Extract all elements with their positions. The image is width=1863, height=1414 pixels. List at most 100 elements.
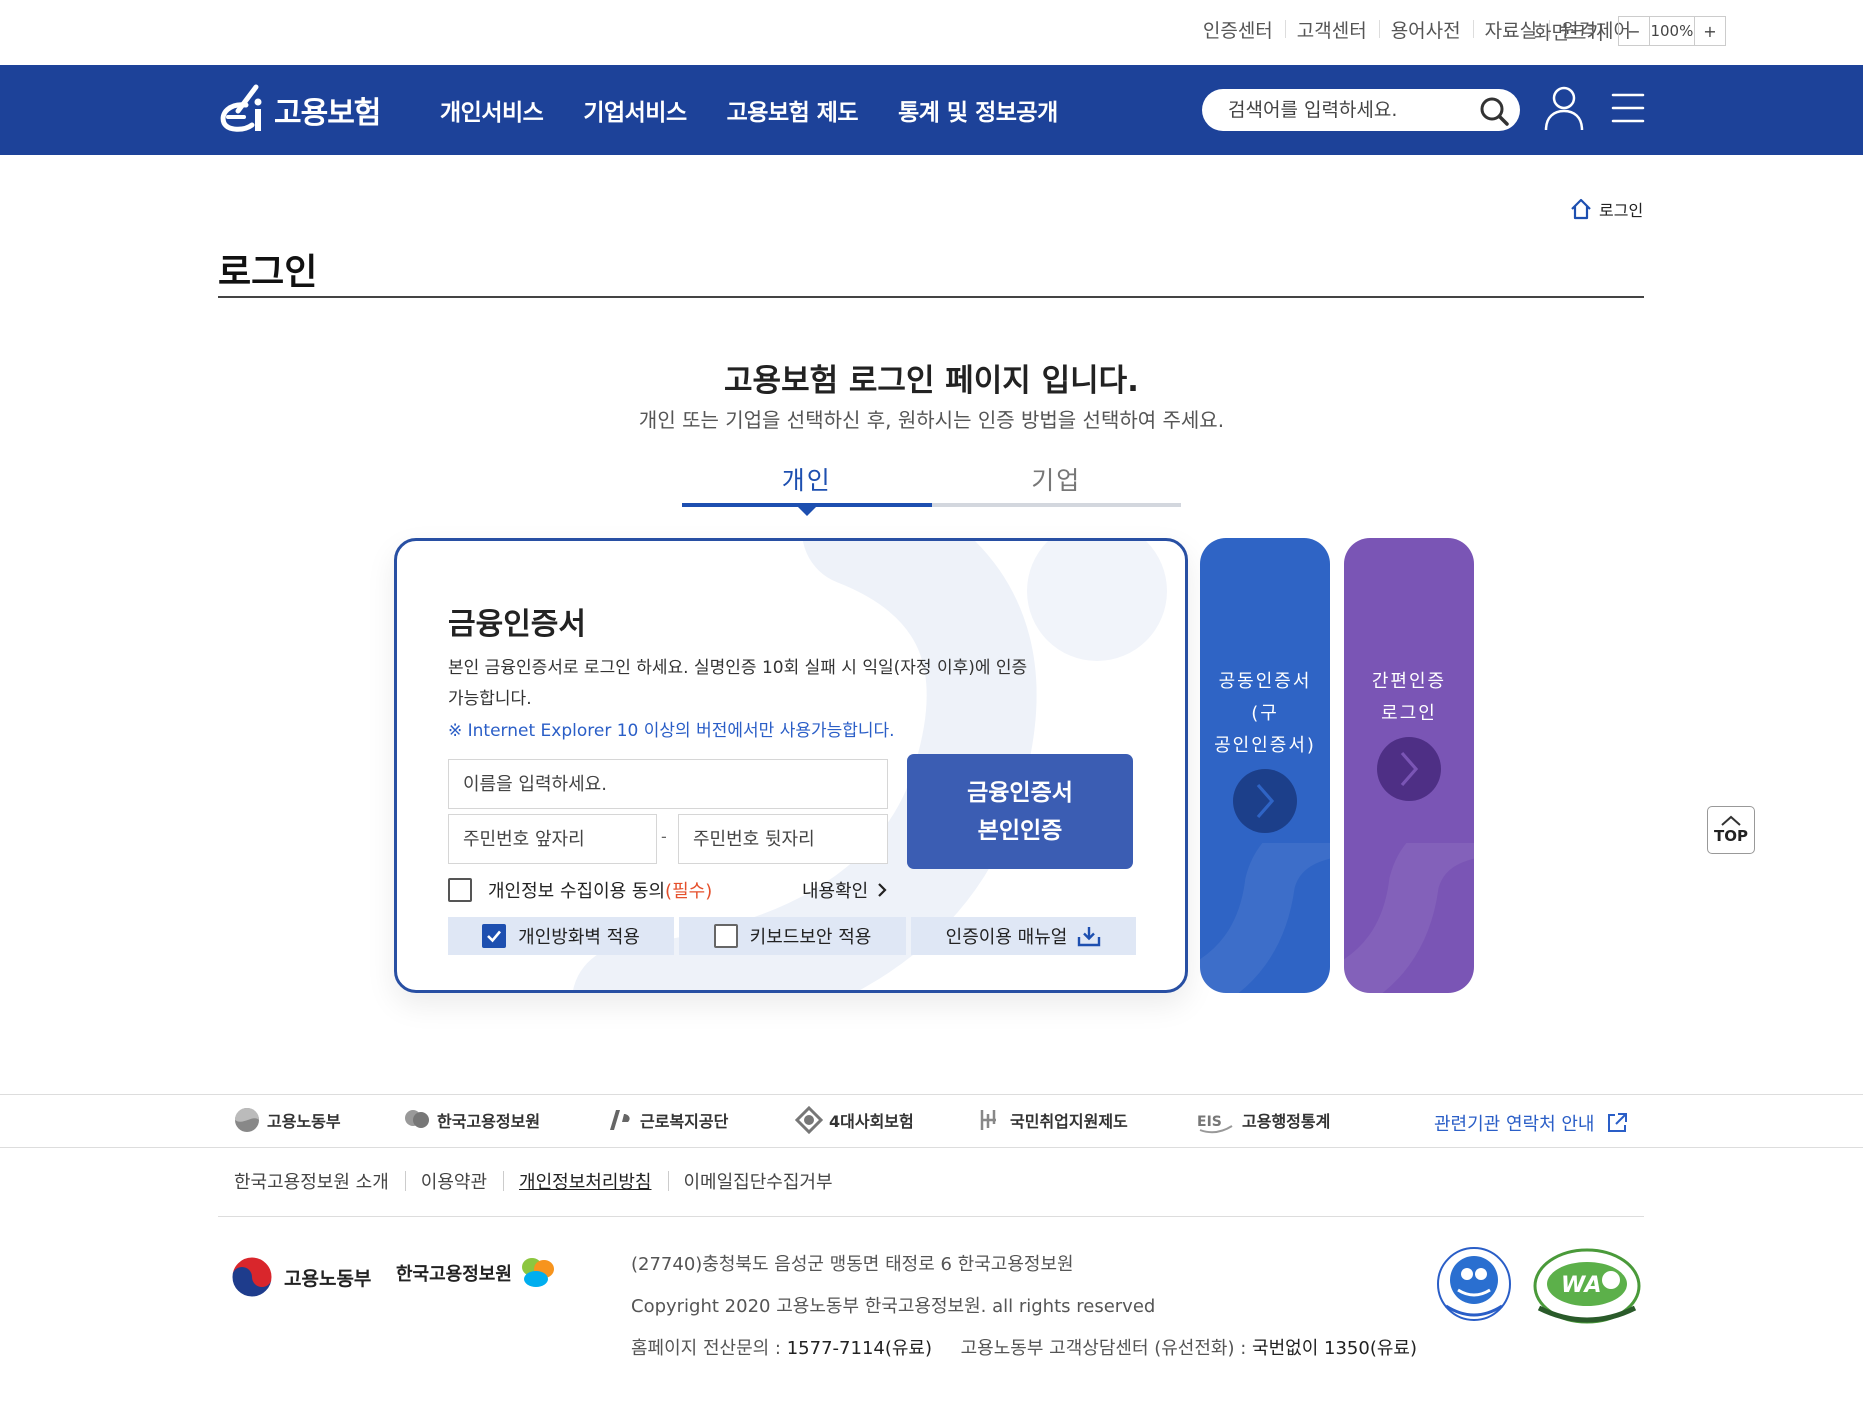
related-agency-contacts-link[interactable]: 관련기관 연락처 안내: [1434, 1110, 1628, 1136]
joint-cert-arrow-button[interactable]: [1233, 769, 1297, 833]
logo-text: 고용보험: [274, 96, 381, 131]
nav-statistics[interactable]: 통계 및 정보공개: [898, 93, 1058, 127]
utility-bar: 인증센터 고객센터 용어사전 자료실 원격제어 화면크기 − 100% +: [0, 0, 1863, 65]
footer-logo-keis: 한국고용정보원: [396, 1255, 558, 1291]
breadcrumb: 로그인: [1569, 197, 1643, 221]
arrow-right-icon: [1400, 751, 1419, 787]
title-divider: [218, 296, 1644, 298]
firewall-label: 개인방화벽 적용: [518, 927, 640, 948]
keyboard-security-option[interactable]: 키보드보안 적용: [679, 917, 906, 955]
four-insurance-logo-icon: [795, 1106, 823, 1134]
nav-company-service[interactable]: 기업서비스: [583, 93, 687, 127]
family-site-4insure[interactable]: 4대사회보험: [795, 1106, 914, 1134]
joint-cert-card[interactable]: 공동인증서 (구 공인인증서): [1200, 538, 1330, 993]
firewall-option[interactable]: 개인방화벽 적용: [448, 917, 674, 955]
firewall-checkbox[interactable]: [482, 924, 507, 948]
zoom-out-button[interactable]: −: [1619, 17, 1649, 45]
family-site-eis[interactable]: EIS 고용행정통계: [1196, 1106, 1330, 1134]
cert-button-line1: 금융인증서: [967, 779, 1073, 806]
simple-auth-label: 간편인증 로그인: [1344, 666, 1474, 730]
family-sites-bar: 고용노동부 한국고용정보원 근로복지공단 4대사회보험 국민취업지원제도 EIS…: [0, 1094, 1863, 1148]
eprivacy-badge: [1437, 1247, 1511, 1321]
joint-cert-label-line3: 공인인증서): [1214, 735, 1316, 756]
simple-auth-arrow-button[interactable]: [1377, 737, 1441, 801]
nav-personal-service[interactable]: 개인서비스: [440, 93, 544, 127]
tab-personal[interactable]: 개인: [682, 457, 932, 516]
intro-title: 고용보험 로그인 페이지 입니다.: [724, 363, 1139, 399]
user-icon[interactable]: [1543, 85, 1585, 131]
comwel-logo-icon: [610, 1110, 630, 1130]
family-site-keis-label: 한국고용정보원: [437, 1112, 541, 1131]
search-input[interactable]: [1228, 89, 1468, 131]
util-link-customer-center[interactable]: 고객센터: [1284, 16, 1379, 43]
family-site-moel[interactable]: 고용노동부: [233, 1106, 341, 1134]
required-mark: (필수): [665, 881, 713, 902]
security-options: 개인방화벽 적용 키보드보안 적용 인증이용 매뉴얼: [448, 917, 1136, 955]
external-link-icon: [1608, 1113, 1628, 1132]
hamburger-menu-icon[interactable]: [1611, 91, 1645, 125]
footer-address: (27740)충청북도 음성군 맹동면 태정로 6 한국고용정보원: [631, 1254, 1074, 1275]
search-box: [1202, 89, 1520, 131]
footer-address-block: (27740)충청북도 음성군 맹동면 태정로 6 한국고용정보원 Copyri…: [631, 1244, 1417, 1370]
keyboard-security-checkbox[interactable]: [713, 924, 738, 948]
web-accessibility-badge: WA: [1533, 1248, 1641, 1324]
util-link-glossary[interactable]: 용어사전: [1378, 16, 1473, 43]
name-field: [448, 759, 888, 809]
contact-prefix: 홈페이지 전산문의 :: [631, 1338, 781, 1359]
view-terms-link[interactable]: 내용확인: [802, 877, 888, 903]
family-site-keis[interactable]: 한국고용정보원: [403, 1106, 540, 1134]
family-site-kua[interactable]: 국민취업지원제도: [976, 1106, 1128, 1134]
center-prefix: 고용노동부 고객상담센터 (유선전화) :: [960, 1338, 1247, 1359]
tab-company-label: 기업: [1031, 466, 1082, 495]
auth-manual-button[interactable]: 인증이용 매뉴얼: [911, 917, 1136, 955]
footer-copyright: Copyright 2020 고용노동부 한국고용정보원. all rights…: [631, 1296, 1156, 1317]
footer-link-privacy[interactable]: 개인정보처리방침: [503, 1168, 667, 1194]
footer-contact: 홈페이지 전산문의 : 1577-7114(유료) 고용노동부 고객상담센터 (…: [631, 1328, 1417, 1370]
simple-card-decoration: [1344, 843, 1474, 993]
zoom-in-button[interactable]: +: [1695, 17, 1725, 45]
family-site-comwel[interactable]: 근로복지공단: [606, 1106, 728, 1134]
footer-link-about[interactable]: 한국고용정보원 소개: [218, 1168, 405, 1194]
font-size-label: 화면크기: [1534, 21, 1604, 44]
search-icon[interactable]: [1478, 95, 1510, 127]
tab-personal-label: 개인: [781, 466, 832, 495]
joint-card-decoration: [1200, 843, 1330, 993]
family-site-kua-label: 국민취업지원제도: [1010, 1112, 1128, 1131]
ssn-back-input[interactable]: [679, 815, 887, 863]
simple-auth-card[interactable]: 간편인증 로그인: [1344, 538, 1474, 993]
keis-color-logo-icon: [521, 1258, 554, 1287]
svg-text:WA: WA: [1561, 1273, 1602, 1298]
ssn-dash: -: [661, 827, 667, 846]
tab-company[interactable]: 기업: [931, 457, 1181, 507]
svg-text:EIS: EIS: [1197, 1114, 1222, 1130]
global-nav: 개인서비스 기업서비스 고용보험 제도 통계 및 정보공개: [440, 93, 1098, 127]
financial-cert-auth-button[interactable]: 금융인증서 본인인증: [907, 754, 1133, 869]
joint-cert-label: 공동인증서 (구 공인인증서): [1200, 666, 1330, 762]
family-site-4insure-label: 4대사회보험: [829, 1112, 914, 1131]
footer-link-terms[interactable]: 이용약관: [404, 1168, 503, 1194]
ssn-front-input[interactable]: [449, 815, 656, 863]
site-logo[interactable]: 고용보험: [216, 83, 381, 137]
nav-insurance-system[interactable]: 고용보험 제도: [727, 93, 859, 127]
scroll-top-button[interactable]: TOP: [1707, 806, 1755, 854]
footer-logo-moel: 고용노동부: [230, 1255, 371, 1299]
home-icon[interactable]: [1569, 197, 1593, 221]
center-number: 국번없이 1350(유료): [1252, 1338, 1417, 1359]
related-agency-contacts-label: 관련기관 연락처 안내: [1434, 1114, 1595, 1135]
moel-logo-icon: [235, 1108, 259, 1132]
view-terms-label: 내용확인: [802, 881, 869, 902]
footer-links: 한국고용정보원 소개 이용약관 개인정보처리방침 이메일집단수집거부: [218, 1168, 849, 1194]
name-input[interactable]: [449, 760, 887, 808]
util-link-cert-center[interactable]: 인증센터: [1191, 16, 1285, 43]
top-label: TOP: [1714, 827, 1748, 845]
font-size-control: 화면크기 − 100% +: [1534, 16, 1726, 46]
breadcrumb-current: 로그인: [1599, 201, 1644, 220]
footer-link-email-refusal[interactable]: 이메일집단수집거부: [667, 1168, 849, 1194]
simple-auth-label-line2: 로그인: [1381, 703, 1437, 724]
login-type-tabs: 개인 기업: [682, 457, 1181, 516]
joint-cert-label-line1: 공동인증서: [1218, 671, 1312, 692]
arrow-right-icon: [1256, 783, 1275, 819]
auth-manual-label: 인증이용 매뉴얼: [945, 927, 1068, 948]
privacy-agree-checkbox[interactable]: [448, 878, 472, 902]
zoom-level: 100%: [1648, 17, 1695, 45]
